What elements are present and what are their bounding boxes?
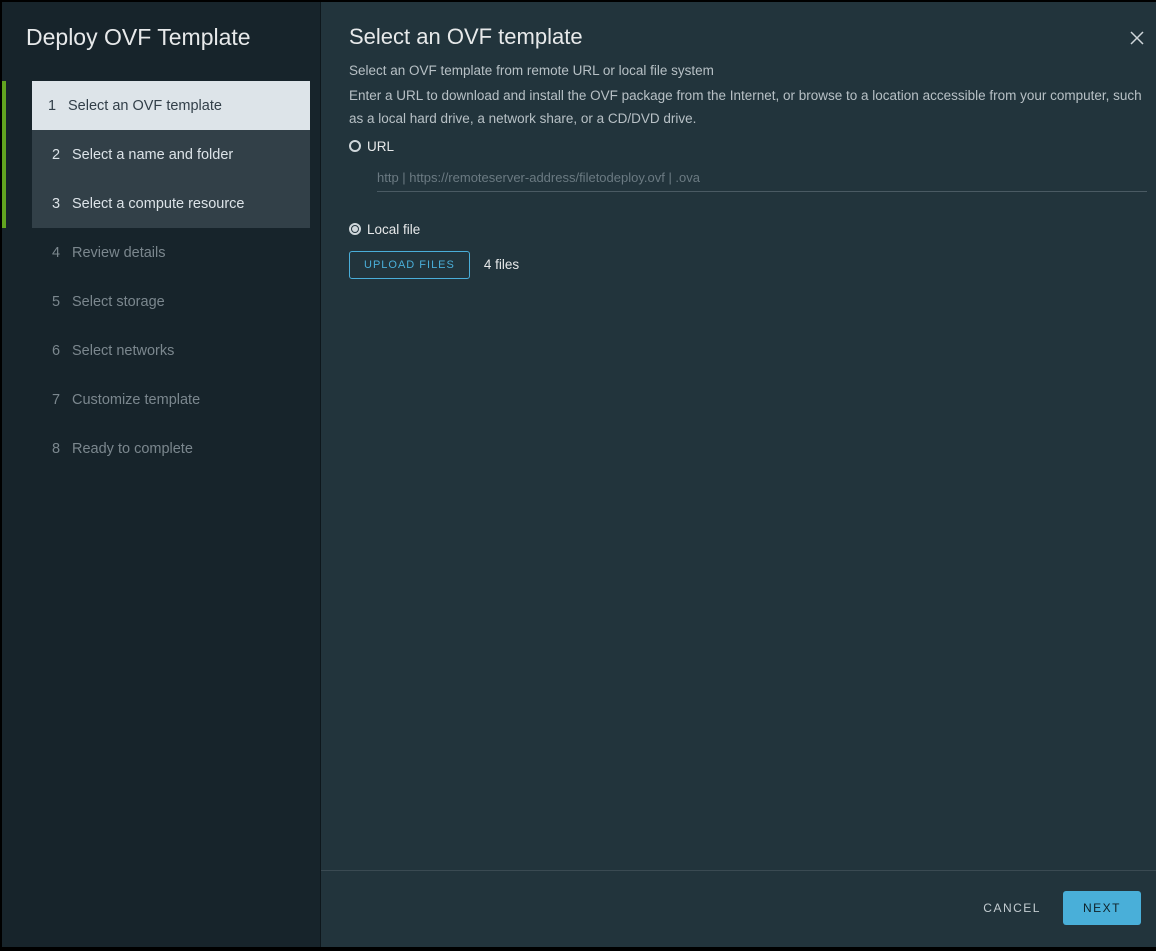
wizard-step-5: 5Select storage <box>32 277 310 326</box>
wizard-title: Deploy OVF Template <box>2 24 320 81</box>
url-input-wrap <box>377 164 1147 192</box>
radio-local-label: Local file <box>367 222 420 237</box>
step-label: Select storage <box>72 294 165 310</box>
wizard-steps: 1Select an OVF template2Select a name an… <box>2 81 320 473</box>
upload-row: UPLOAD FILES 4 files <box>349 251 1147 279</box>
page-title: Select an OVF template <box>349 24 583 50</box>
radio-url[interactable]: URL <box>349 139 1147 154</box>
step-number: 7 <box>52 392 72 408</box>
file-count: 4 files <box>484 257 519 272</box>
subtitle-1: Select an OVF template from remote URL o… <box>349 60 1147 83</box>
subtitle-2: Enter a URL to download and install the … <box>349 85 1147 131</box>
wizard-footer: CANCEL NEXT <box>321 870 1156 947</box>
radio-local-file[interactable]: Local file <box>349 222 1147 237</box>
radio-url-label: URL <box>367 139 394 154</box>
upload-files-button[interactable]: UPLOAD FILES <box>349 251 470 279</box>
wizard-step-6: 6Select networks <box>32 326 310 375</box>
wizard-container: Deploy OVF Template 1Select an OVF templ… <box>2 2 1154 947</box>
step-label: Ready to complete <box>72 441 193 457</box>
main-content: Select an OVF template from remote URL o… <box>321 50 1156 870</box>
step-label: Select a compute resource <box>72 196 244 212</box>
wizard-sidebar: Deploy OVF Template 1Select an OVF templ… <box>2 2 320 947</box>
step-label: Select networks <box>72 343 174 359</box>
step-label: Select an OVF template <box>68 98 222 114</box>
wizard-step-1[interactable]: 1Select an OVF template <box>32 81 310 130</box>
step-number: 4 <box>52 245 72 261</box>
step-number: 8 <box>52 441 72 457</box>
step-number: 3 <box>52 196 72 212</box>
step-label: Customize template <box>72 392 200 408</box>
step-number: 5 <box>52 294 72 310</box>
main-panel: Select an OVF template Select an OVF tem… <box>320 2 1156 947</box>
wizard-step-7: 7Customize template <box>32 375 310 424</box>
wizard-step-2[interactable]: 2Select a name and folder <box>32 130 310 179</box>
wizard-step-8: 8Ready to complete <box>32 424 310 473</box>
progress-rail <box>2 81 6 228</box>
cancel-button[interactable]: CANCEL <box>979 891 1045 925</box>
step-number: 1 <box>48 98 68 114</box>
radio-icon <box>349 223 361 235</box>
wizard-step-4: 4Review details <box>32 228 310 277</box>
step-label: Review details <box>72 245 166 261</box>
step-label: Select a name and folder <box>72 147 233 163</box>
close-icon[interactable] <box>1127 28 1147 48</box>
radio-icon <box>349 140 361 152</box>
url-input[interactable] <box>377 164 1147 192</box>
step-number: 2 <box>52 147 72 163</box>
main-header: Select an OVF template <box>321 2 1156 50</box>
wizard-step-3[interactable]: 3Select a compute resource <box>32 179 310 228</box>
step-number: 6 <box>52 343 72 359</box>
next-button[interactable]: NEXT <box>1063 891 1141 925</box>
